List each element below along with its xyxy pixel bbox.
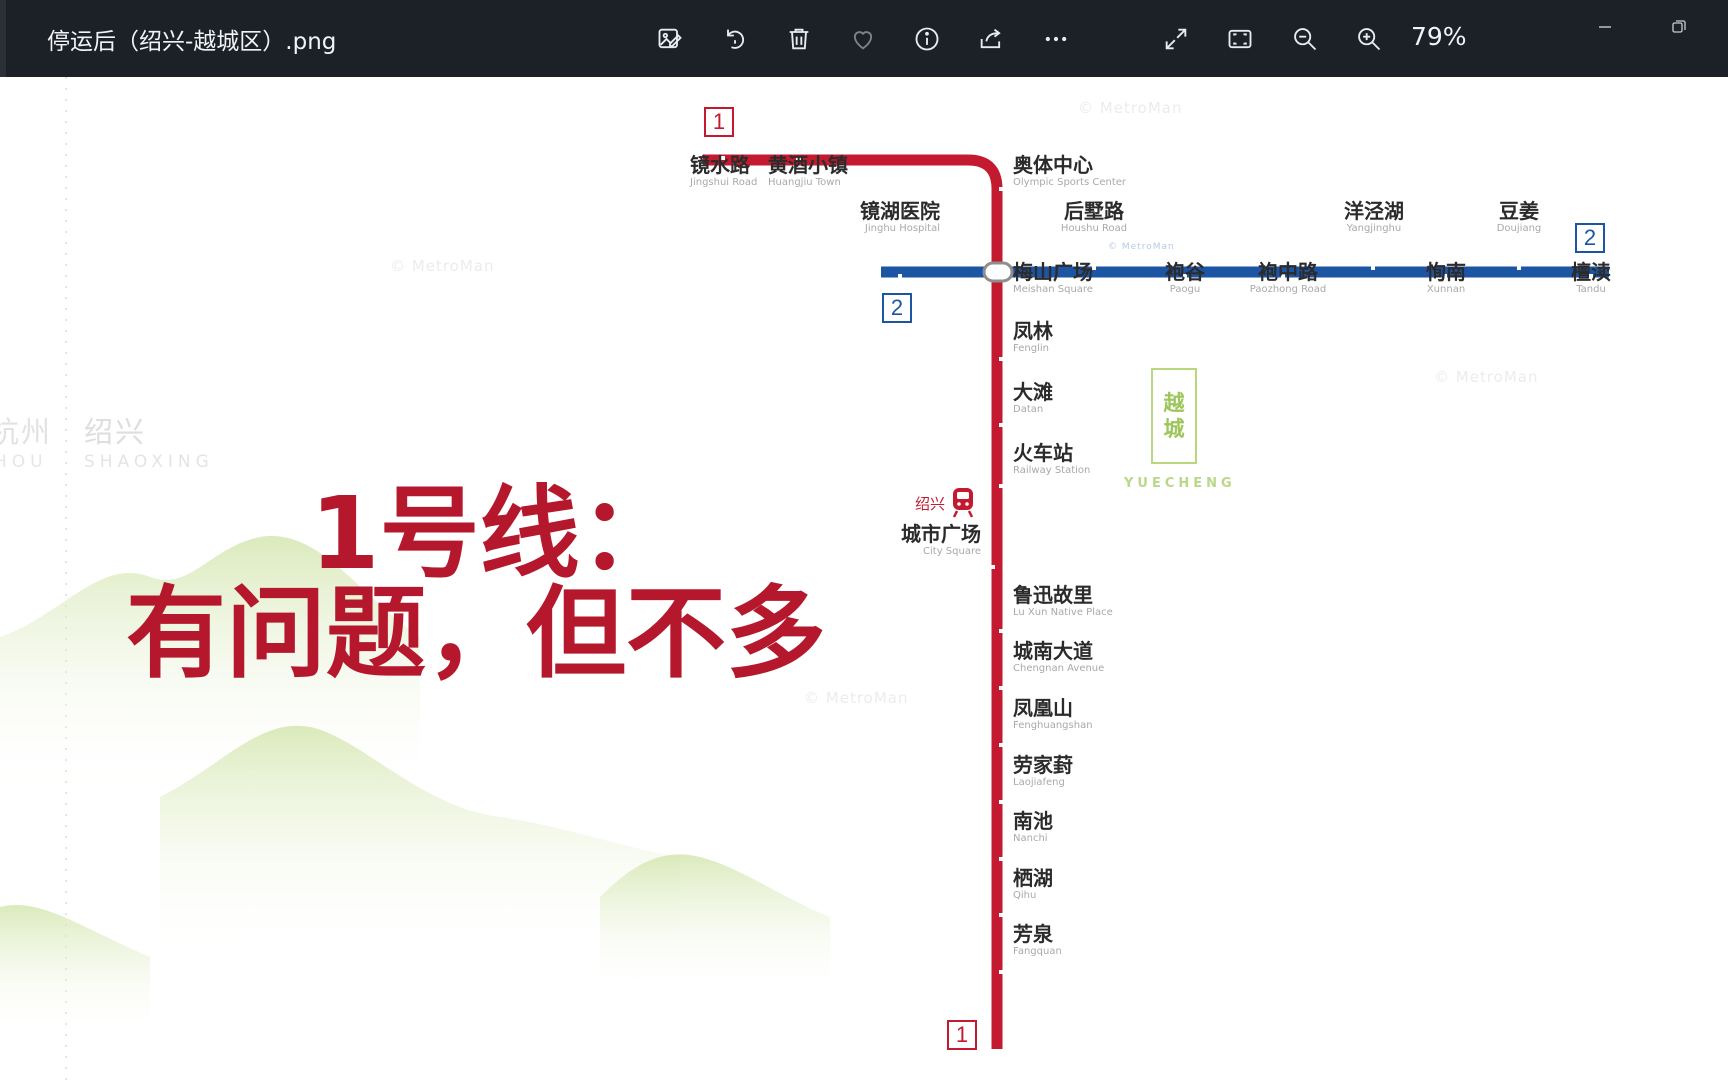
rotate-icon[interactable] [715, 19, 755, 59]
watermark: © MetroMan [1434, 368, 1539, 386]
mountain-shape [0, 905, 150, 1037]
favorite-heart-icon[interactable] [843, 19, 883, 59]
zoom-level[interactable]: 79% [1411, 22, 1467, 51]
station-railway-station: 火车站 Railway Station [1013, 441, 1091, 476]
watermark: © MetroMan [1108, 242, 1175, 252]
share-icon[interactable] [971, 19, 1011, 59]
fit-window-icon[interactable] [1220, 19, 1260, 59]
station-chengnan-avenue: 城南大道 Chengnan Avenue [1013, 639, 1105, 674]
zoom-out-icon[interactable] [1285, 19, 1325, 59]
station-tandu: 檀渎 Tandu [1571, 260, 1611, 295]
station-datan: 大滩 Datan [1013, 380, 1053, 415]
line1-badge: 1 [947, 1020, 977, 1050]
station-paozhong-road: 袍中路 Paozhong Road [1249, 260, 1327, 295]
info-icon[interactable] [907, 19, 947, 59]
railway-hub-label: 绍兴 [915, 495, 946, 513]
station-olympic-sports-center: 奥体中心 Olympic Sports Center [1013, 153, 1127, 188]
station-xunnan: 恂南 Xunnan [1426, 260, 1466, 295]
city-name-en: SHAOXING [84, 452, 214, 472]
station-laojiafeng: 劳家葑 Laojiafeng [1013, 753, 1073, 788]
headline-line2: 有问题，但不多 [126, 575, 826, 692]
interchange-marker [982, 261, 1014, 283]
station-houshu-road: 后墅路 Houshu Road [1060, 199, 1128, 234]
station-meishan-square: 梅山广场 Meishan Square [1013, 260, 1093, 295]
district-label-en: YUECHENG [1124, 476, 1236, 491]
mountain-shape [600, 854, 830, 997]
prev-city-name: 杭州 [0, 415, 53, 449]
station-lu-xun-native-place: 鲁迅故里 Lu Xun Native Place [1013, 583, 1113, 618]
edit-image-icon[interactable] [650, 19, 690, 59]
city-name: 绍兴 [84, 415, 147, 449]
prev-city-name-en: HOU [0, 452, 48, 472]
fullscreen-icon[interactable] [1156, 19, 1196, 59]
line1-badge: 1 [704, 107, 734, 137]
minimize-icon[interactable] [1590, 12, 1620, 42]
title-bar: 停运后（绍兴-越城区）.png 79% [0, 0, 1728, 77]
image-canvas: © MetroMan © MetroMan © MetroMan © Metro… [0, 77, 1728, 1080]
station-fenglin: 凤林 Fenglin [1013, 319, 1053, 354]
station-nanchi: 南池 Nanchi [1013, 809, 1053, 844]
station-qihu: 栖湖 Qihu [1013, 866, 1053, 901]
more-icon[interactable] [1036, 19, 1076, 59]
zoom-in-icon[interactable] [1349, 19, 1389, 59]
line2-badge: 2 [1575, 223, 1605, 253]
watermark: © MetroMan [1078, 99, 1183, 117]
station-fenghuangshan: 凤凰山 Fenghuangshan [1013, 696, 1093, 731]
station-yangjinghu: 洋泾湖 Yangjinghu [1344, 199, 1404, 234]
file-title: 停运后（绍兴-越城区）.png [47, 29, 337, 55]
watermark: © MetroMan [390, 257, 495, 275]
district-label: 越 城 [1151, 368, 1197, 464]
title-bar-edge [0, 0, 6, 77]
station-city-square: 城市广场 City Square [901, 522, 981, 557]
station-paogu: 袍谷 Paogu [1165, 260, 1205, 295]
station-fangquan: 芳泉 Fangquan [1013, 922, 1062, 957]
station-jingshui-road: 镜水路 Jingshui Road [690, 153, 758, 188]
station-huangjiu-town: 黄酒小镇 Huangjiu Town [768, 153, 848, 188]
train-icon [952, 488, 974, 518]
station-jinghu-hospital: 镜湖医院 Jinghu Hospital [860, 199, 940, 234]
station-doujiang: 豆姜 Doujiang [1496, 199, 1542, 234]
restore-icon[interactable] [1664, 12, 1694, 42]
line2-badge: 2 [882, 293, 912, 323]
delete-icon[interactable] [779, 19, 819, 59]
